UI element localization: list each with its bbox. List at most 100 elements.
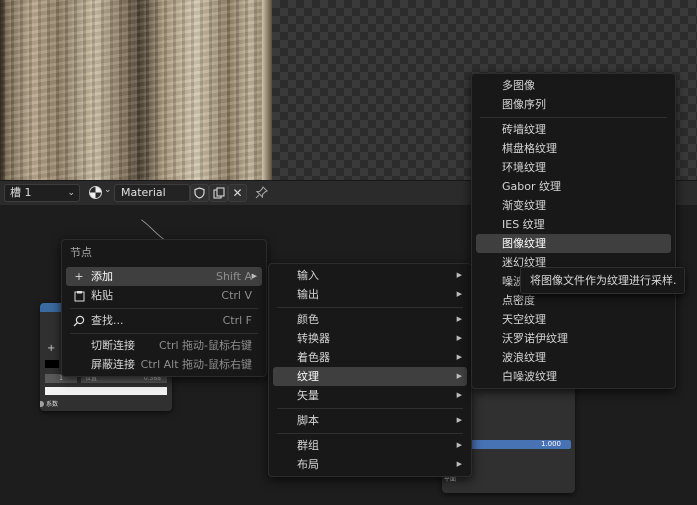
- menu-item-add[interactable]: + 添加 Shift A ▶: [66, 267, 262, 286]
- menu-item-image-sequence[interactable]: 图像序列: [476, 95, 671, 114]
- material-sphere-icon: [89, 186, 102, 199]
- submenu-arrow-icon: ▶: [456, 271, 462, 279]
- submenu-arrow-icon: ▶: [456, 353, 462, 361]
- menu-item-label: 沃罗诺伊纹理: [502, 332, 568, 345]
- menu-item-label: 环境纹理: [502, 161, 546, 174]
- material-name-field[interactable]: Material: [114, 184, 190, 202]
- menu-item-label: 天空纹理: [502, 313, 546, 326]
- menu-item-label: 布局: [297, 458, 319, 471]
- menu-item-gradient-texture[interactable]: 渐变纹理: [476, 196, 671, 215]
- pin-button[interactable]: [252, 184, 271, 202]
- menu-item-label: 添加: [91, 270, 113, 283]
- menu-item-mute-links[interactable]: 屏蔽连接 Ctrl Alt 拖动-鼠标右键: [66, 355, 262, 374]
- menu-item-cut-links[interactable]: 切断连接 Ctrl 拖动-鼠标右键: [66, 336, 262, 355]
- unlink-material-button[interactable]: ✕: [228, 184, 247, 202]
- paste-icon: [71, 286, 87, 308]
- menu-shortcut: Ctrl V: [221, 289, 252, 302]
- menu-separator: [480, 117, 667, 118]
- material-slot-label: 槽 1: [10, 186, 32, 199]
- menu-item-color[interactable]: 颜色 ▶: [273, 310, 467, 329]
- menu-item-texture[interactable]: 纹理 ▶: [273, 367, 467, 386]
- submenu-arrow-icon: ▶: [251, 272, 257, 280]
- menu-item-label: Gabor 纹理: [502, 180, 561, 193]
- submenu-arrow-icon: ▶: [456, 460, 462, 468]
- submenu-arrow-icon: ▶: [456, 441, 462, 449]
- menu-item-label: 渐变纹理: [502, 199, 546, 212]
- menu-item-label: 多图像: [502, 79, 535, 92]
- texture-submenu: 多图像 图像序列 砖墙纹理 棋盘格纹理 环境纹理 Gabor 纹理 渐变纹理 I…: [471, 73, 676, 389]
- menu-item-label: 粘贴: [91, 289, 113, 302]
- menu-item-label: 查找...: [91, 314, 124, 327]
- menu-item-white-noise-texture[interactable]: 白噪波纹理: [476, 367, 671, 386]
- menu-shortcut: Ctrl Alt 拖动-鼠标右键: [140, 358, 252, 371]
- menu-item-label: 输入: [297, 269, 319, 282]
- menu-item-layout[interactable]: 布局 ▶: [273, 455, 467, 474]
- material-browse-button[interactable]: ⌄: [86, 184, 114, 202]
- menu-separator: [277, 408, 463, 409]
- duplicate-material-button[interactable]: [209, 184, 228, 202]
- menu-item-checker-texture[interactable]: 棋盘格纹理: [476, 139, 671, 158]
- menu-item-brick-texture[interactable]: 砖墙纹理: [476, 120, 671, 139]
- add-submenu: 输入 ▶ 输出 ▶ 颜色 ▶ 转换器 ▶ 着色器 ▶ 纹理 ▶ 矢量 ▶ 脚本 ▶ 群组 ▶ 布局…: [268, 263, 472, 477]
- factor-socket-label: 系数: [46, 401, 59, 408]
- menu-item-label: 白噪波纹理: [502, 370, 557, 383]
- menu-item-paste[interactable]: 粘贴 Ctrl V: [66, 286, 262, 305]
- chevron-down-icon: ⌄: [104, 185, 112, 195]
- menu-item-script[interactable]: 脚本 ▶: [273, 411, 467, 430]
- chevron-down-icon: ⌄: [67, 188, 75, 198]
- menu-item-label: 着色器: [297, 351, 330, 364]
- duplicate-icon: [212, 187, 225, 199]
- menu-item-gabor-texture[interactable]: Gabor 纹理: [476, 177, 671, 196]
- input-socket[interactable]: [40, 401, 44, 407]
- node-context-menu: 节点 + 添加 Shift A ▶ 粘贴 Ctrl V 查找... Ctrl F…: [61, 239, 267, 377]
- pin-icon: [255, 186, 268, 199]
- menu-item-label: 波浪纹理: [502, 351, 546, 364]
- menu-item-label: 输出: [297, 288, 319, 301]
- menu-item-image-texture[interactable]: 图像纹理: [476, 234, 671, 253]
- texture-preview-image: [0, 0, 272, 180]
- fake-user-button[interactable]: [190, 184, 209, 202]
- add-stop-icon[interactable]: +: [47, 343, 55, 354]
- menu-item-label: 切断连接: [91, 339, 135, 352]
- menu-item-vector[interactable]: 矢量 ▶: [273, 386, 467, 405]
- menu-title: 节点: [70, 246, 92, 259]
- menu-item-output[interactable]: 输出 ▶: [273, 285, 467, 304]
- menu-shortcut: Shift A: [215, 270, 252, 283]
- menu-item-sky-texture[interactable]: 天空纹理: [476, 310, 671, 329]
- menu-item-shader[interactable]: 着色器 ▶: [273, 348, 467, 367]
- menu-item-group[interactable]: 群组 ▶: [273, 436, 467, 455]
- menu-item-ies-texture[interactable]: IES 纹理: [476, 215, 671, 234]
- menu-item-find[interactable]: 查找... Ctrl F: [66, 311, 262, 330]
- tooltip: 将图像文件作为纹理进行采样.: [520, 267, 685, 294]
- shield-icon: [194, 187, 205, 199]
- menu-item-multi-image[interactable]: 多图像: [476, 76, 671, 95]
- menu-item-converter[interactable]: 转换器 ▶: [273, 329, 467, 348]
- menu-item-label: IES 纹理: [502, 218, 545, 231]
- menu-item-label: 图像序列: [502, 98, 546, 111]
- menu-item-environment-texture[interactable]: 环境纹理: [476, 158, 671, 177]
- plus-icon: +: [74, 270, 84, 283]
- menu-item-label: 脚本: [297, 414, 319, 427]
- submenu-arrow-icon: ▶: [456, 416, 462, 424]
- menu-item-wave-texture[interactable]: 波浪纹理: [476, 348, 671, 367]
- submenu-arrow-icon: ▶: [456, 290, 462, 298]
- ramp-color-bar[interactable]: [45, 387, 167, 395]
- menu-separator: [70, 308, 258, 309]
- material-name-text: Material: [121, 186, 166, 199]
- menu-separator: [70, 333, 258, 334]
- color-stop-swatch[interactable]: [45, 360, 59, 368]
- material-slot-dropdown[interactable]: 槽 1 ⌄: [4, 184, 80, 202]
- menu-item-label: 棋盘格纹理: [502, 142, 557, 155]
- menu-item-input[interactable]: 输入 ▶: [273, 266, 467, 285]
- submenu-arrow-icon: ▶: [456, 334, 462, 342]
- menu-item-label: 群组: [297, 439, 319, 452]
- submenu-arrow-icon: ▶: [456, 315, 462, 323]
- menu-separator: [277, 307, 463, 308]
- menu-item-label: 转换器: [297, 332, 330, 345]
- menu-item-label: 纹理: [297, 370, 319, 383]
- submenu-arrow-icon: ▶: [456, 391, 462, 399]
- submenu-arrow-icon: ▶: [456, 372, 462, 380]
- menu-item-label: 屏蔽连接: [91, 358, 135, 371]
- menu-shortcut: Ctrl 拖动-鼠标右键: [158, 339, 252, 352]
- menu-item-voronoi-texture[interactable]: 沃罗诺伊纹理: [476, 329, 671, 348]
